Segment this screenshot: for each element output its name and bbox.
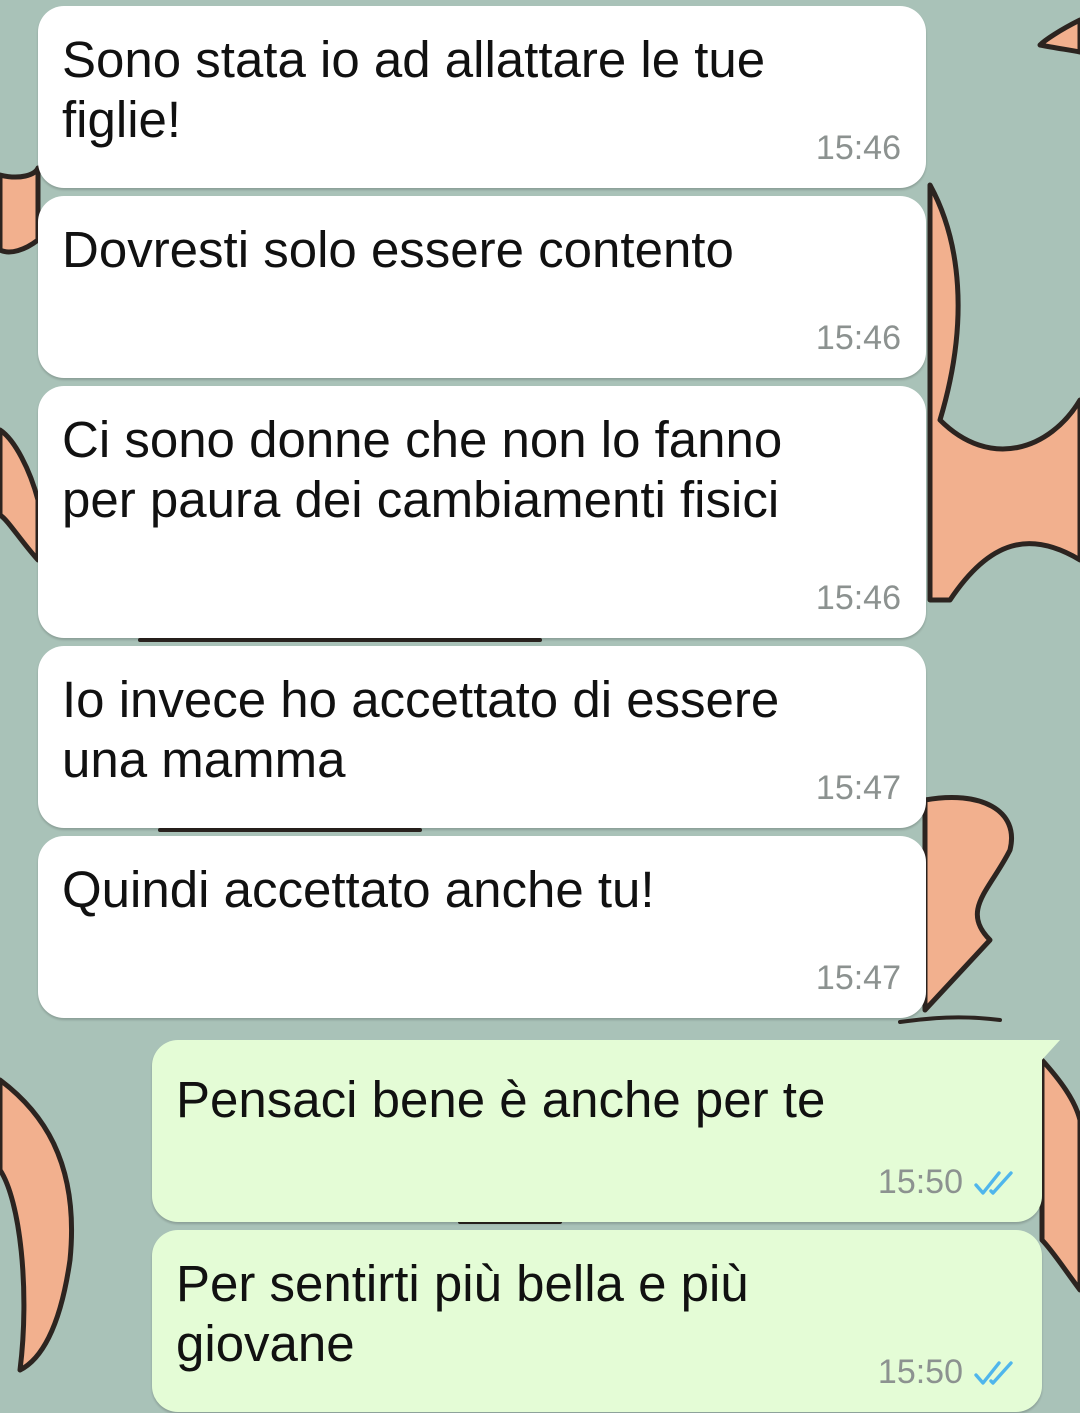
message-time: 15:50 — [877, 1163, 963, 1201]
read-double-tick-icon — [974, 1360, 1013, 1385]
message-meta: 15:46 — [816, 129, 901, 168]
wallpaper-flame-shape — [0, 427, 41, 563]
wallpaper-flame-shape — [0, 1077, 74, 1373]
message-bubble-incoming[interactable]: Sono stata io ad allattare le tue figlie… — [38, 6, 926, 188]
message-meta: 15:47 — [816, 769, 901, 808]
wallpaper-flame-shape — [0, 165, 41, 255]
message-bubble-incoming[interactable]: Ci sono donne che non lo fanno per paura… — [38, 386, 926, 638]
wallpaper-flame-shape — [922, 794, 1014, 1013]
message-bubble-incoming[interactable]: Dovresti solo essere contento 15:46 — [38, 196, 926, 378]
message-meta: 15:46 — [816, 319, 901, 358]
message-bubble-outgoing[interactable]: Pensaci bene è anche per te 15:50 — [152, 1040, 1060, 1222]
message-text: Pensaci bene è anche per te — [176, 1071, 826, 1128]
message-text: Ci sono donne che non lo fanno per paura… — [62, 411, 783, 528]
wallpaper-flame-shape — [1039, 1057, 1080, 1293]
message-meta: 15:50 — [878, 1163, 1017, 1202]
message-meta: 15:50 — [878, 1353, 1017, 1392]
message-text: Sono stata io ad allattare le tue figlie… — [62, 31, 766, 148]
message-time: 15:47 — [815, 959, 901, 997]
message-text: Quindi accettato anche tu! — [62, 861, 655, 918]
message-meta: 15:47 — [816, 959, 901, 998]
message-bubble-incoming[interactable]: Io invece ho accettato di essere una mam… — [38, 646, 926, 828]
message-meta: 15:46 — [816, 579, 901, 618]
message-time: 15:46 — [815, 579, 901, 617]
read-double-tick-icon — [974, 1170, 1013, 1195]
message-text: Dovresti solo essere contento — [62, 221, 734, 278]
bubble-tail — [1040, 1040, 1060, 1062]
wallpaper-flame-shape — [1037, 17, 1080, 55]
message-text: Io invece ho accettato di essere una mam… — [62, 671, 780, 788]
wallpaper-flame-shape — [927, 182, 1080, 603]
wallpaper-line — [898, 1015, 1002, 1024]
message-time: 15:46 — [815, 129, 901, 167]
message-time: 15:46 — [815, 319, 901, 357]
message-bubble-outgoing[interactable]: Per sentirti più bella e più giovane 15:… — [152, 1230, 1042, 1412]
message-time: 15:50 — [877, 1353, 963, 1391]
message-bubble-incoming[interactable]: Quindi accettato anche tu! 15:47 — [38, 836, 926, 1018]
message-time: 15:47 — [815, 769, 901, 807]
